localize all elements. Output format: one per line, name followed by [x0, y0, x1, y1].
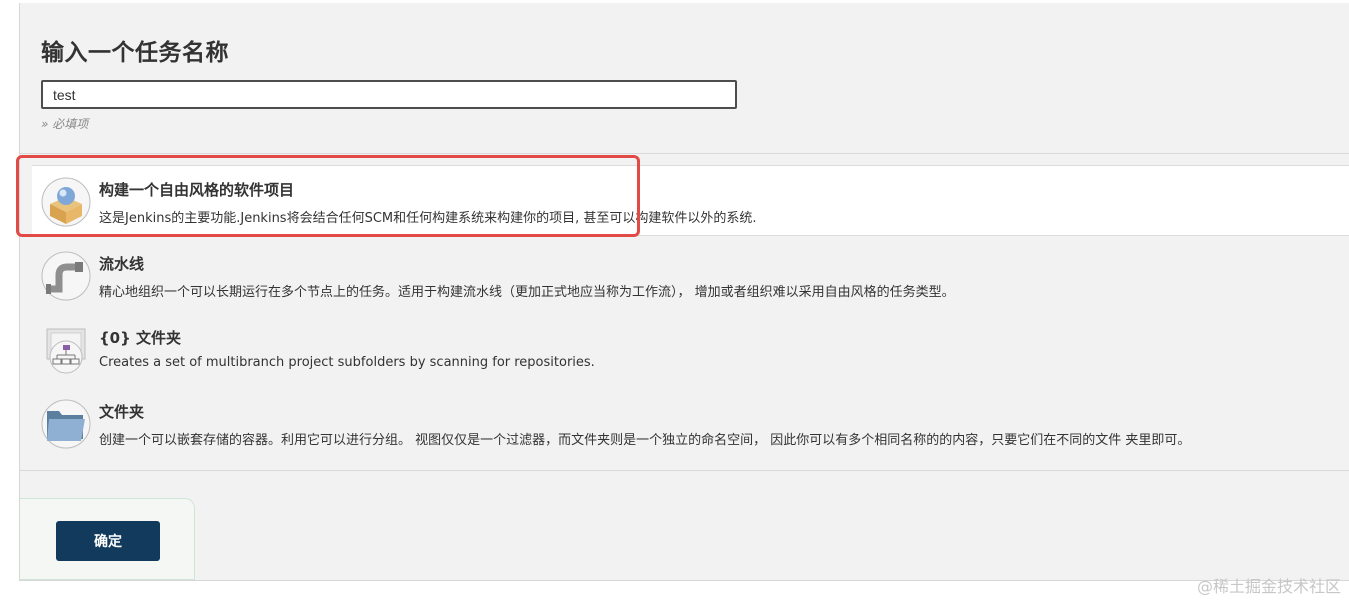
- item-type-name: 文件夹: [99, 403, 145, 421]
- multibranch-folder-icon: [41, 325, 91, 375]
- folder-icon: [41, 399, 91, 449]
- item-type-description: 这是Jenkins的主要功能.Jenkins将会结合任何SCM和任何构建系统来构…: [99, 211, 757, 226]
- item-type-multibranch[interactable]: {0} 文件夹 Creates a set of multibranch pro…: [32, 314, 1349, 385]
- item-name-input[interactable]: [41, 80, 737, 109]
- item-type-description: Creates a set of multibranch project sub…: [99, 355, 595, 370]
- watermark: @稀土掘金技术社区: [1196, 577, 1341, 596]
- new-item-page: 输入一个任务名称 » 必填项 构建一个自由风格的软件项目 这是Jenkins的主…: [16, 3, 1349, 581]
- item-type-freestyle[interactable]: 构建一个自由风格的软件项目 这是Jenkins的主要功能.Jenkins将会结合…: [32, 165, 1349, 236]
- page-title: 输入一个任务名称: [41, 40, 229, 66]
- divider: [20, 153, 1349, 154]
- item-type-folder[interactable]: 文件夹 创建一个可以嵌套存储的容器。利用它可以进行分组。 视图仅仅是一个过滤器，…: [32, 388, 1349, 459]
- pipeline-icon: [41, 251, 91, 301]
- freestyle-box-icon: [41, 177, 91, 227]
- item-type-list: 构建一个自由风格的软件项目 这是Jenkins的主要功能.Jenkins将会结合…: [16, 155, 1349, 471]
- item-type-description: 创建一个可以嵌套存储的容器。利用它可以进行分组。 视图仅仅是一个过滤器，而文件夹…: [99, 433, 1191, 448]
- item-type-name: 流水线: [99, 255, 145, 273]
- ok-button[interactable]: 确定: [56, 521, 160, 561]
- item-type-description: 精心地组织一个可以长期运行在多个节点上的任务。适用于构建流水线（更加正式地应当称…: [99, 285, 955, 300]
- required-hint: » 必填项: [41, 117, 89, 131]
- item-type-name: 构建一个自由风格的软件项目: [99, 181, 295, 199]
- footer-panel: 确定: [20, 498, 195, 580]
- item-type-pipeline[interactable]: 流水线 精心地组织一个可以长期运行在多个节点上的任务。适用于构建流水线（更加正式…: [32, 240, 1349, 311]
- item-type-name: {0} 文件夹: [99, 329, 182, 347]
